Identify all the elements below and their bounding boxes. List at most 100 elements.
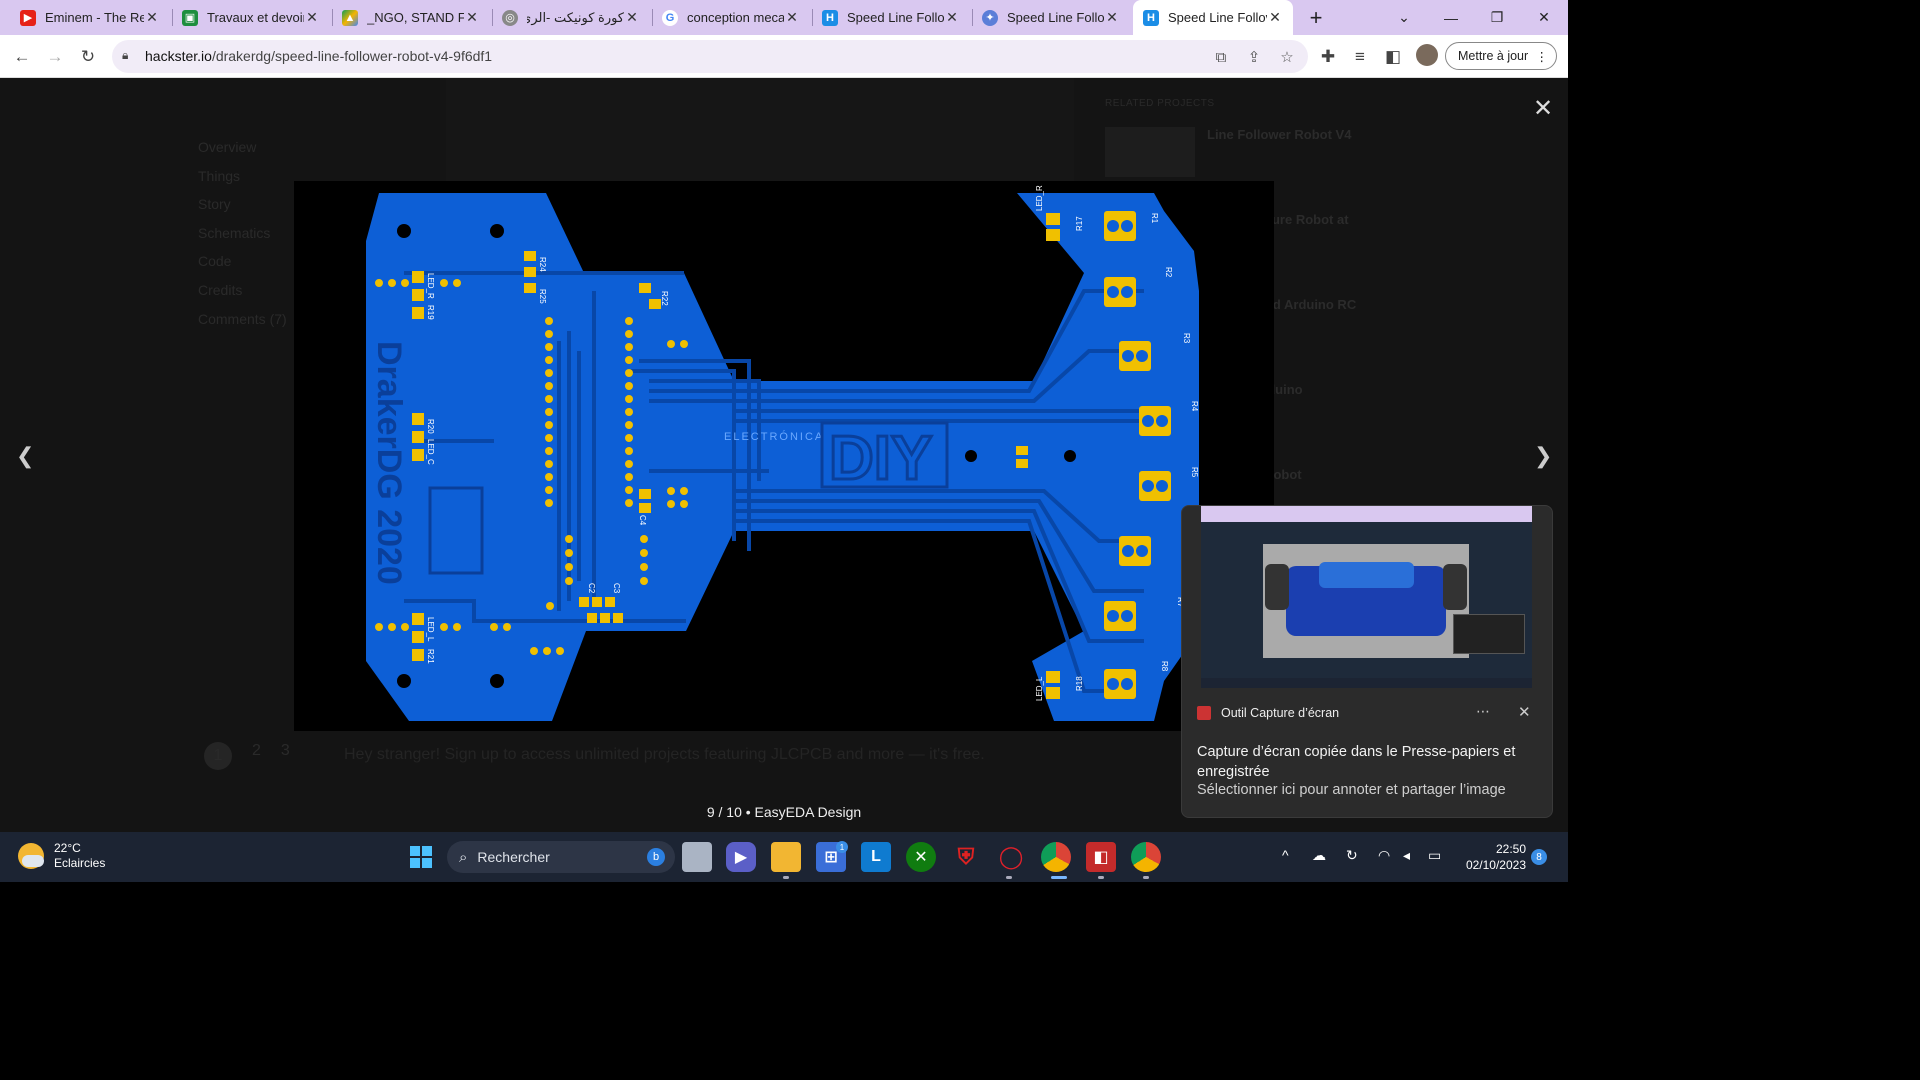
browser-tab[interactable]: ◎ كورة كونيكت -الرئ ✕ bbox=[492, 0, 650, 35]
tab-title: كورة كونيكت -الرئ bbox=[527, 9, 624, 25]
chrome-icon[interactable] bbox=[1041, 842, 1071, 872]
tab-strip: ▶ Eminem - The Re ✕ ▣ Travaux et devoirs… bbox=[0, 0, 1568, 35]
easyeda-icon: ✦ bbox=[982, 9, 998, 26]
screenshot-preview[interactable] bbox=[1201, 506, 1532, 688]
side-panel-icon[interactable]: ◧ bbox=[1379, 43, 1407, 71]
lightbox-next-icon[interactable]: ❯ bbox=[1534, 443, 1552, 469]
drive-icon: ▲ bbox=[342, 9, 358, 26]
task-view-icon[interactable] bbox=[682, 842, 712, 872]
tab-title: conception meca bbox=[687, 10, 784, 25]
extensions-icon[interactable]: ✚ bbox=[1314, 43, 1342, 71]
chrome-profile-icon[interactable] bbox=[1131, 842, 1161, 872]
wifi-icon[interactable]: ◠ bbox=[1378, 847, 1390, 864]
svg-text:R5: R5 bbox=[1190, 467, 1199, 478]
close-tab-icon[interactable]: ✕ bbox=[784, 9, 800, 26]
svg-text:R24: R24 bbox=[538, 257, 547, 272]
svg-text:R17: R17 bbox=[1075, 216, 1084, 231]
browser-toolbar: ← → ↻ 🔒︎ hackster.io/drakerdg/speed-line… bbox=[0, 35, 1568, 78]
tab-title: Speed Line Follov bbox=[1168, 10, 1267, 25]
teams-icon[interactable]: ▶ bbox=[726, 842, 756, 872]
pcb-diy-logo: DIY bbox=[829, 424, 932, 493]
xbox-icon[interactable]: ✕ bbox=[906, 842, 936, 872]
browser-tab[interactable]: H Speed Line Follov ✕ bbox=[812, 0, 970, 35]
weather-widget[interactable]: 22°C Eclaircies bbox=[18, 841, 105, 871]
close-tab-icon[interactable]: ✕ bbox=[1267, 9, 1283, 26]
snipping-tool-icon bbox=[1197, 706, 1211, 720]
more-options-icon[interactable]: ⋯ bbox=[1476, 703, 1490, 720]
volume-icon[interactable]: ◂ bbox=[1403, 847, 1410, 864]
profile-avatar[interactable] bbox=[1416, 44, 1438, 66]
close-tab-icon[interactable]: ✕ bbox=[1104, 9, 1120, 26]
tab-title: Eminem - The Re bbox=[45, 10, 144, 25]
lightbox-close-icon[interactable]: ✕ bbox=[1533, 94, 1553, 123]
svg-text:R22: R22 bbox=[660, 291, 669, 306]
mcafee-icon[interactable]: ⛨ bbox=[951, 842, 981, 872]
hackster-icon: H bbox=[1143, 9, 1159, 26]
app-l-icon[interactable]: L bbox=[861, 842, 891, 872]
weather-icon bbox=[18, 843, 44, 869]
chevron-up-icon[interactable]: ^ bbox=[1282, 847, 1289, 863]
file-explorer-icon[interactable] bbox=[771, 842, 801, 872]
url-text: hackster.io/drakerdg/speed-line-follower… bbox=[145, 48, 493, 64]
browser-tab[interactable]: G conception meca ✕ bbox=[652, 0, 810, 35]
clock[interactable]: 22:50 02/10/2023 bbox=[1460, 841, 1526, 873]
svg-text:LED_R: LED_R bbox=[426, 273, 435, 299]
close-notification-icon[interactable]: ✕ bbox=[1518, 703, 1531, 721]
close-tab-icon[interactable]: ✕ bbox=[944, 9, 960, 26]
share-icon[interactable]: ⇪ bbox=[1243, 46, 1265, 68]
browser-tab-active[interactable]: H Speed Line Follov ✕ bbox=[1133, 0, 1293, 35]
svg-text:LED_C: LED_C bbox=[426, 439, 435, 465]
onedrive-icon[interactable]: ☁ bbox=[1312, 847, 1326, 864]
bing-icon[interactable]: b bbox=[647, 848, 665, 866]
notification-body: Sélectionner ici pour annoter et partage… bbox=[1197, 782, 1506, 798]
notification-app: Outil Capture d’écran bbox=[1197, 706, 1339, 720]
svg-text:C3: C3 bbox=[612, 583, 621, 594]
pcb-image: DrakerDG 2020 ELECTRÓNICA DIY LED_R R19 … bbox=[294, 181, 1274, 731]
taskbar: 22°C Eclaircies ⌕ Rechercher b ▶ ⊞ 1 L ✕ ⛨ … bbox=[0, 832, 1568, 882]
close-tab-icon[interactable]: ✕ bbox=[304, 9, 320, 26]
browser-tab[interactable]: ▣ Travaux et devoirs ✕ bbox=[172, 0, 330, 35]
windows-start-icon[interactable] bbox=[406, 842, 436, 872]
lightbox-prev-icon[interactable]: ❮ bbox=[16, 443, 34, 469]
close-tab-icon[interactable]: ✕ bbox=[144, 9, 160, 26]
youtube-icon: ▶ bbox=[20, 9, 36, 26]
svg-text:C4: C4 bbox=[638, 515, 647, 526]
notification-count-badge[interactable]: 8 bbox=[1531, 849, 1547, 865]
app-red-icon[interactable]: ◧ bbox=[1086, 842, 1116, 872]
classroom-icon: ▣ bbox=[182, 9, 198, 26]
browser-tab[interactable]: ✦ Speed Line Follov ✕ bbox=[972, 0, 1130, 35]
svg-text:LED_R: LED_R bbox=[1035, 185, 1044, 211]
lock-icon: 🔒︎ bbox=[122, 48, 129, 62]
svg-text:R19: R19 bbox=[426, 305, 435, 320]
browser-tab[interactable]: ▶ Eminem - The Re ✕ bbox=[10, 0, 170, 35]
maximize-button[interactable]: ❐ bbox=[1474, 0, 1520, 35]
background-side-nav: Overview Things Story Schematics Code Cr… bbox=[198, 139, 287, 327]
svg-text:R4: R4 bbox=[1190, 401, 1199, 412]
background-pagination: 1 2 3 bbox=[204, 742, 290, 770]
reload-button[interactable]: ↻ bbox=[74, 43, 102, 71]
battery-icon[interactable]: ▭ bbox=[1428, 847, 1441, 864]
tab-search-button[interactable]: ⌄ bbox=[1381, 0, 1427, 35]
browser-tab[interactable]: ▲ _NGO, STAND FO ✕ bbox=[332, 0, 490, 35]
minimize-button[interactable]: — bbox=[1428, 0, 1474, 35]
reading-list-icon[interactable]: ≡ bbox=[1346, 43, 1374, 71]
tab-title: _NGO, STAND FO bbox=[367, 10, 464, 25]
svg-text:R25: R25 bbox=[538, 289, 547, 304]
sync-icon[interactable]: ↻ bbox=[1346, 847, 1358, 864]
forward-button[interactable]: → bbox=[41, 43, 69, 71]
taskbar-search[interactable]: ⌕ Rechercher b bbox=[447, 841, 675, 873]
pcb-center-label: ELECTRÓNICA bbox=[724, 430, 824, 443]
address-bar[interactable]: 🔒︎ hackster.io/drakerdg/speed-line-follo… bbox=[112, 40, 1308, 73]
close-tab-icon[interactable]: ✕ bbox=[624, 9, 640, 26]
tab-title: Speed Line Follov bbox=[1007, 10, 1104, 25]
snipping-tool-notification[interactable]: Outil Capture d’écran ⋯ ✕ Capture d’écra… bbox=[1181, 505, 1553, 818]
translate-icon[interactable]: ⧉ bbox=[1210, 46, 1232, 68]
background-signup-text: Hey stranger! Sign up to access unlimite… bbox=[344, 746, 985, 763]
back-button[interactable]: ← bbox=[8, 43, 36, 71]
update-button[interactable]: Mettre à jour ⋮ bbox=[1445, 42, 1557, 70]
new-tab-button[interactable]: + bbox=[1293, 0, 1339, 35]
close-tab-icon[interactable]: ✕ bbox=[464, 9, 480, 26]
close-window-button[interactable]: ✕ bbox=[1521, 0, 1567, 35]
bookmark-star-icon[interactable]: ☆ bbox=[1276, 46, 1298, 68]
opera-icon[interactable]: ◯ bbox=[996, 842, 1026, 872]
